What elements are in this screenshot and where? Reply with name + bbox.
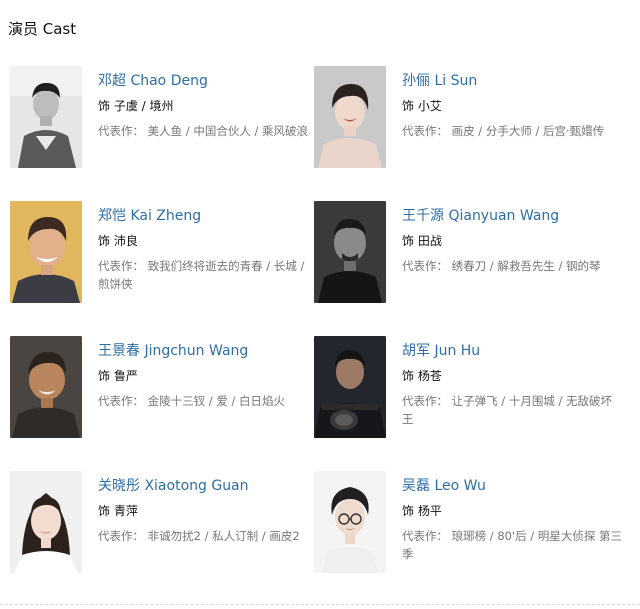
actor-photo[interactable] [10, 201, 82, 303]
actor-photo[interactable] [10, 471, 82, 573]
actor-works: 代表作： 金陵十三钗 / 爱 / 白日焰火 [98, 394, 286, 408]
cast-card-qianyuan-wang[interactable]: 王千源 Qianyuan Wang 饰 田战 代表作： 绣春刀 / 解救吾先生 … [314, 201, 634, 311]
cast-card-xiaotong-guan[interactable]: 关晓彤 Xiaotong Guan 饰 青萍 代表作： 非诚勿扰2 / 私人订制… [10, 471, 330, 581]
cast-card-jingchun-wang[interactable]: 王景春 Jingchun Wang 饰 鲁严 代表作： 金陵十三钗 / 爱 / … [10, 336, 330, 446]
actor-portrait-image [10, 471, 82, 573]
actor-portrait-image [10, 336, 82, 438]
actor-photo[interactable] [10, 336, 82, 438]
cast-grid: 邓超 Chao Deng 饰 子虞 / 境州 代表作： 美人鱼 / 中国合伙人 … [0, 0, 640, 609]
cast-card-kai-zheng[interactable]: 郑恺 Kai Zheng 饰 沛良 代表作： 致我们终将逝去的青春 / 长城 /… [10, 201, 330, 311]
actor-role: 饰 田战 [402, 234, 442, 248]
actor-works: 代表作： 美人鱼 / 中国合伙人 / 乘风破浪 [98, 124, 309, 138]
actor-role: 饰 杨苍 [402, 369, 442, 383]
actor-works: 代表作： 非诚勿扰2 / 私人订制 / 画皮2 [98, 529, 300, 543]
actor-portrait-image [10, 66, 82, 168]
actor-role: 饰 沛良 [98, 234, 138, 248]
cast-info: 王景春 Jingchun Wang 饰 鲁严 代表作： 金陵十三钗 / 爱 / … [98, 342, 318, 410]
actor-works: 代表作： 画皮 / 分手大师 / 后宫·甄嬛传 [402, 124, 605, 138]
actor-role: 饰 青萍 [98, 504, 138, 518]
cast-card-leo-wu[interactable]: 吴磊 Leo Wu 饰 杨平 代表作： 琅琊榜 / 80'后 / 明星大侦探 第… [314, 471, 634, 581]
actor-works: 代表作： 让子弹飞 / 十月围城 / 无敌破坏王 [402, 394, 613, 426]
actor-name-link[interactable]: 吴磊 Leo Wu [402, 477, 622, 495]
cast-info: 胡军 Jun Hu 饰 杨苍 代表作： 让子弹飞 / 十月围城 / 无敌破坏王 [402, 342, 622, 428]
actor-role: 饰 子虞 / 境州 [98, 99, 174, 113]
actor-role: 饰 鲁严 [98, 369, 138, 383]
actor-works: 代表作： 致我们终将逝去的青春 / 长城 / 煎饼侠 [98, 259, 305, 291]
cast-info: 邓超 Chao Deng 饰 子虞 / 境州 代表作： 美人鱼 / 中国合伙人 … [98, 72, 318, 140]
bottom-divider [0, 604, 640, 605]
actor-works: 代表作： 琅琊榜 / 80'后 / 明星大侦探 第三季 [402, 529, 622, 561]
actor-photo[interactable] [314, 336, 386, 438]
actor-name-link[interactable]: 王景春 Jingchun Wang [98, 342, 318, 360]
actor-photo[interactable] [314, 471, 386, 573]
cast-info: 孙俪 Li Sun 饰 小艾 代表作： 画皮 / 分手大师 / 后宫·甄嬛传 [402, 72, 622, 140]
cast-info: 郑恺 Kai Zheng 饰 沛良 代表作： 致我们终将逝去的青春 / 长城 /… [98, 207, 318, 293]
cast-card-jun-hu[interactable]: 胡军 Jun Hu 饰 杨苍 代表作： 让子弹飞 / 十月围城 / 无敌破坏王 [314, 336, 634, 446]
actor-name-link[interactable]: 邓超 Chao Deng [98, 72, 318, 90]
actor-name-link[interactable]: 孙俪 Li Sun [402, 72, 622, 90]
actor-role: 饰 小艾 [402, 99, 442, 113]
actor-works: 代表作： 绣春刀 / 解救吾先生 / 钢的琴 [402, 259, 601, 273]
actor-portrait-image [314, 66, 386, 168]
actor-portrait-image [10, 201, 82, 303]
cast-info: 关晓彤 Xiaotong Guan 饰 青萍 代表作： 非诚勿扰2 / 私人订制… [98, 477, 318, 545]
cast-info: 吴磊 Leo Wu 饰 杨平 代表作： 琅琊榜 / 80'后 / 明星大侦探 第… [402, 477, 622, 563]
actor-role: 饰 杨平 [402, 504, 442, 518]
actor-portrait-image [314, 471, 386, 573]
actor-photo[interactable] [10, 66, 82, 168]
actor-photo[interactable] [314, 66, 386, 168]
actor-portrait-image [314, 201, 386, 303]
actor-name-link[interactable]: 郑恺 Kai Zheng [98, 207, 318, 225]
actor-portrait-image [314, 336, 386, 438]
cast-card-chao-deng[interactable]: 邓超 Chao Deng 饰 子虞 / 境州 代表作： 美人鱼 / 中国合伙人 … [10, 66, 330, 176]
actor-name-link[interactable]: 胡军 Jun Hu [402, 342, 622, 360]
cast-card-li-sun[interactable]: 孙俪 Li Sun 饰 小艾 代表作： 画皮 / 分手大师 / 后宫·甄嬛传 [314, 66, 634, 176]
actor-photo[interactable] [314, 201, 386, 303]
actor-name-link[interactable]: 王千源 Qianyuan Wang [402, 207, 622, 225]
cast-info: 王千源 Qianyuan Wang 饰 田战 代表作： 绣春刀 / 解救吾先生 … [402, 207, 622, 275]
actor-name-link[interactable]: 关晓彤 Xiaotong Guan [98, 477, 318, 495]
